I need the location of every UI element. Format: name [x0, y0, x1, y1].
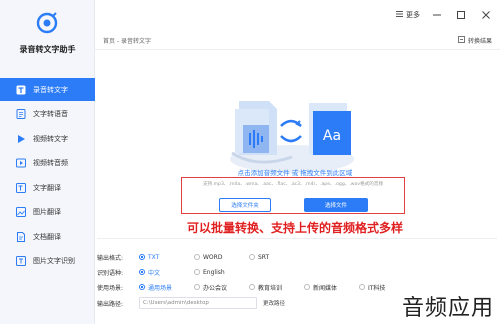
select-file-button[interactable]: 选择文件	[304, 198, 368, 212]
sidebar-nav: 录音转文字 文字转语音 视频转文字 视频转音频 文字翻译 图片翻译 文档翻译 图…	[0, 78, 95, 274]
sidebar-item-ocr[interactable]: 图片文字识别	[0, 250, 95, 273]
radio-selected-icon	[139, 254, 145, 260]
t-text-icon	[16, 85, 26, 95]
sidebar-item-image-translate[interactable]: 图片翻译	[0, 201, 95, 224]
title-bar: 更多	[95, 0, 500, 32]
drop-hint[interactable]: 点击添加音频文件 或 拖拽文件到此区域	[97, 167, 493, 177]
output-format-option-word[interactable]: WORD	[194, 254, 249, 261]
language-option-chinese[interactable]: 中文	[139, 268, 194, 277]
language-row: 识别语种: 中文 English	[97, 266, 249, 278]
more-label: 更多	[406, 11, 420, 19]
video-play-icon	[16, 134, 26, 144]
more-menu[interactable]: 更多	[396, 10, 420, 20]
scene-option-office-meeting[interactable]: 办公会议	[194, 283, 249, 292]
breadcrumb-bar: 首页 - 录音转文字 转换结果	[95, 32, 500, 50]
translate-icon	[16, 182, 26, 193]
sidebar-item-label: 文档翻译	[33, 232, 61, 241]
sidebar: 录音转文字助手 录音转文字 文字转语音 视频转文字 视频转音频 文字翻译 图片翻…	[0, 0, 95, 324]
radio-icon	[304, 284, 310, 290]
radio-icon	[359, 284, 365, 290]
radio-selected-icon	[139, 284, 145, 290]
annotation-caption: 可以批量转换、支持上传的音频格式多样	[186, 221, 403, 235]
close-button[interactable]	[480, 9, 492, 21]
sidebar-item-text-translate[interactable]: 文字翻译	[0, 176, 95, 199]
sidebar-item-label: 文字转语音	[33, 110, 68, 118]
app-title: 录音转文字助手	[19, 45, 76, 54]
output-path-field[interactable]: C:\Users\admin\desktop	[139, 297, 257, 309]
sidebar-item-label: 视频转音频	[33, 159, 68, 167]
sidebar-item-video-to-audio[interactable]: 视频转音频	[0, 152, 95, 175]
sidebar-item-text-to-speech[interactable]: 文字转语音	[0, 103, 95, 126]
video-audio-icon	[16, 158, 26, 168]
radio-icon	[249, 284, 255, 290]
language-label: 识别语种:	[97, 269, 124, 277]
scene-option-news-media[interactable]: 新闻媒体	[304, 283, 359, 292]
minimize-icon	[433, 14, 441, 16]
sidebar-item-video-to-text[interactable]: 视频转文字	[0, 127, 95, 150]
radio-selected-icon	[139, 269, 145, 275]
supported-formats-text: 支持.mp3、.m4a、.wma、.aac、.flac、.ac3、.m4r、.a…	[202, 182, 384, 187]
radio-icon	[249, 254, 255, 260]
output-format-option-txt[interactable]: TXT	[139, 254, 194, 261]
file-drop-area[interactable]: Aa 点击添加音频文件 或 拖拽文件到此区域 支持.mp3、.m4a、.wma、…	[97, 51, 493, 235]
illustration-badge-text: Aa	[323, 128, 341, 144]
change-path-button[interactable]: 更改路径	[263, 299, 285, 307]
maximize-button[interactable]	[455, 9, 467, 21]
convert-result-button[interactable]: 转换结果	[458, 36, 492, 45]
sidebar-item-label: 图片文字识别	[33, 257, 75, 265]
sidebar-item-label: 文字翻译	[33, 183, 61, 192]
output-format-option-srt[interactable]: SRT	[249, 254, 304, 261]
scene-label: 使用场景:	[97, 284, 124, 292]
maximize-icon	[457, 11, 465, 19]
minimize-button[interactable]	[431, 9, 443, 21]
doc-text-icon	[16, 109, 26, 119]
radio-icon	[194, 269, 200, 275]
sidebar-item-document-translate[interactable]: 文档翻译	[0, 225, 95, 248]
folder-result-icon	[458, 36, 465, 45]
document-translate-icon	[16, 231, 26, 242]
scene-option-education[interactable]: 教育培训	[249, 283, 304, 292]
sidebar-item-audio-to-text[interactable]: 录音转文字	[0, 78, 95, 101]
radio-icon	[194, 284, 200, 290]
scene-option-general[interactable]: 通用场景	[139, 283, 194, 292]
highlight-box: 支持.mp3、.m4a、.wma、.aac、.flac、.ac3、.m4r、.a…	[181, 177, 405, 214]
app-logo-icon	[36, 12, 58, 34]
select-folder-button[interactable]: 选择文件夹	[219, 198, 271, 212]
menu-lines-icon	[396, 11, 403, 19]
convert-result-label: 转换结果	[467, 38, 492, 45]
output-format-label: 输出格式:	[97, 254, 124, 262]
output-path-label: 输出路径:	[97, 300, 124, 308]
sidebar-item-label: 视频转文字	[33, 134, 68, 143]
breadcrumb: 首页 - 录音转文字	[103, 38, 151, 45]
watermark-text: 音频应用	[399, 290, 496, 322]
language-option-english[interactable]: English	[194, 269, 249, 276]
sidebar-item-label: 图片翻译	[33, 208, 61, 216]
sidebar-item-label: 录音转文字	[33, 85, 68, 94]
close-icon	[482, 11, 490, 19]
image-translate-icon	[16, 207, 26, 217]
ocr-icon	[16, 256, 26, 266]
output-path-row: 输出路径: C:\Users\admin\desktop 更改路径	[97, 297, 285, 309]
output-format-row: 输出格式: TXT WORD SRT	[97, 251, 304, 263]
radio-icon	[194, 254, 200, 260]
scene-row: 使用场景: 通用场景 办公会议 教育培训 新闻媒体 IT科技	[97, 281, 409, 293]
